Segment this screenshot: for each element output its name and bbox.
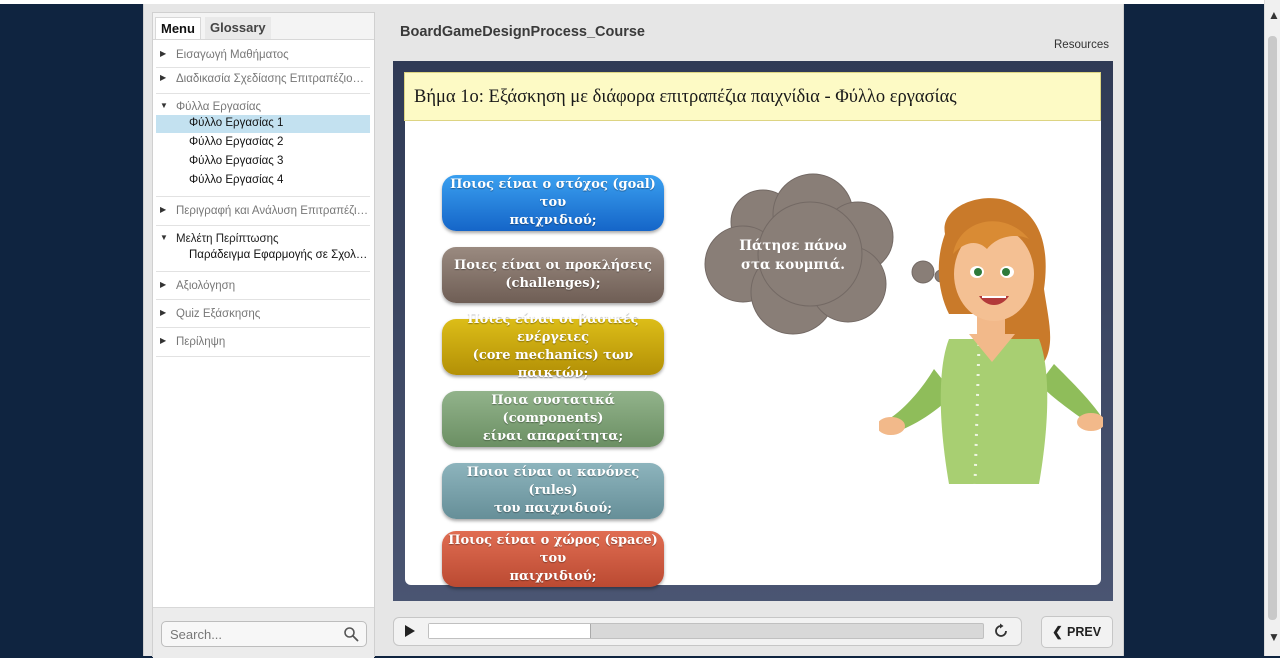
menu-item-label: Quiz Εξάσκησης [176, 308, 261, 320]
chevron-right-icon: ▶ [160, 73, 167, 82]
button-text-line: Ποιοι είναι οι κανόνες (rules) [466, 465, 640, 498]
components-button[interactable]: Ποια συστατικά (components) είναι απαραίτ… [442, 391, 664, 447]
menu-item-summary[interactable]: ▶ Περίληψη [156, 336, 371, 352]
divider [156, 196, 370, 197]
chevron-right-icon: ▶ [160, 280, 167, 289]
slide-frame: Βήμα 1ο: Εξάσκηση με διάφορα επιτραπέζια… [393, 61, 1113, 601]
button-text-line: του παιχνιδιού; [493, 501, 613, 516]
divider [156, 356, 370, 357]
resources-link[interactable]: Resources [1054, 39, 1109, 51]
tab-menu[interactable]: Menu [155, 17, 201, 40]
button-text-line: παιχνιδιού; [509, 213, 597, 228]
goal-button[interactable]: Ποιος είναι ο στόχος (goal) του παιχνιδιο… [442, 175, 664, 231]
button-text-line: Ποιος είναι ο στόχος (goal) του [450, 177, 656, 210]
sub-item-worksheet-3[interactable]: Φύλλο Εργασίας 3 [156, 153, 370, 171]
sub-item-worksheet-1[interactable]: Φύλλο Εργασίας 1 [156, 115, 370, 133]
button-text-line: είναι απαραίτητα; [482, 429, 624, 444]
menu-list: ▶ Εισαγωγή Μαθήματος ▶ Διαδικασία Σχεδία… [153, 39, 374, 608]
prev-button[interactable]: ❮ PREV [1041, 616, 1113, 648]
replay-icon[interactable] [992, 622, 1010, 640]
bubble-text: Πάτησε πάνω στα κουμπιά. [739, 238, 847, 273]
divider [156, 271, 370, 272]
button-text-line: Ποιες είναι οι βασικές ενέργειες [467, 312, 639, 345]
menu-item-assessment[interactable]: ▶ Αξιολόγηση [156, 280, 371, 296]
button-text-line: (core mechanics) των παικτών; [472, 348, 634, 381]
search-area [153, 607, 374, 658]
tab-glossary[interactable]: Glossary [205, 17, 271, 39]
chevron-down-icon: ▼ [160, 101, 168, 110]
menu-item-label: Περιγραφή και Ανάλυση Επιτραπέζιου Παιχν… [176, 205, 369, 217]
sidebar: Menu Glossary ▶ Εισαγωγή Μαθήματος ▶ Δια… [152, 12, 375, 658]
menu-item-design-process[interactable]: ▶ Διαδικασία Σχεδίασης Επιτραπέζιου Παιχ… [156, 73, 371, 89]
course-title: BoardGameDesignProcess_Course [400, 24, 645, 40]
sub-item-worksheet-2[interactable]: Φύλλο Εργασίας 2 [156, 134, 370, 152]
menu-item-description[interactable]: ▶ Περιγραφή και Ανάλυση Επιτραπέζιου Παι… [156, 205, 371, 221]
slide: Βήμα 1ο: Εξάσκηση με διάφορα επιτραπέζια… [404, 72, 1103, 587]
chevron-right-icon: ▶ [160, 308, 167, 317]
sub-item-label: Παράδειγμα Εφαρμογής σε Σχολική Τάξη [189, 249, 368, 261]
progress-bar[interactable] [428, 623, 984, 639]
chevron-down-icon: ▼ [160, 233, 168, 242]
search-icon[interactable] [343, 626, 359, 642]
button-text-line: (challenges); [505, 276, 601, 291]
menu-item-intro[interactable]: ▶ Εισαγωγή Μαθήματος [156, 49, 371, 65]
search-box [161, 621, 367, 647]
scrollbar[interactable]: ▲ ▼ [1264, 0, 1280, 656]
play-icon[interactable] [405, 625, 415, 637]
chevron-right-icon: ▶ [160, 336, 167, 345]
space-button[interactable]: Ποιος είναι ο χώρος (space) του παιχνιδιο… [442, 531, 664, 587]
playbar [393, 617, 1022, 646]
rules-button[interactable]: Ποιοι είναι οι κανόνες (rules) του παιχνι… [442, 463, 664, 519]
search-input[interactable] [168, 625, 332, 643]
course-player: Menu Glossary ▶ Εισαγωγή Μαθήματος ▶ Δια… [143, 4, 1124, 658]
chevron-right-icon: ▶ [160, 49, 167, 58]
chevron-left-icon: ❮ [1052, 624, 1063, 639]
prev-label: PREV [1067, 625, 1102, 639]
divider [156, 225, 370, 226]
chevron-right-icon: ▶ [160, 205, 167, 214]
slide-title: Βήμα 1ο: Εξάσκηση με διάφορα επιτραπέζια… [414, 87, 957, 107]
divider [156, 67, 370, 68]
slide-title-bar: Βήμα 1ο: Εξάσκηση με διάφορα επιτραπέζια… [404, 72, 1101, 121]
character-illustration [879, 198, 1103, 485]
sub-item-label: Φύλλο Εργασίας 3 [189, 155, 284, 167]
sub-item-label: Φύλλο Εργασίας 1 [189, 117, 284, 129]
divider [156, 299, 370, 300]
scroll-up-icon[interactable]: ▲ [1268, 8, 1280, 22]
sub-item-label: Φύλλο Εργασίας 4 [189, 174, 284, 186]
button-text-line: Ποιος είναι ο χώρος (space) του [448, 533, 658, 566]
button-text-line: παιχνιδιού; [509, 569, 597, 584]
scroll-thumb[interactable] [1268, 36, 1277, 620]
challenges-button[interactable]: Ποιες είναι οι προκλήσεις (challenges); [442, 247, 664, 303]
sidebar-tabs: Menu Glossary [153, 13, 374, 40]
divider [156, 327, 370, 328]
core-mechanics-button[interactable]: Ποιες είναι οι βασικές ενέργειες (core me… [442, 312, 664, 381]
button-text-line: Ποια συστατικά (components) [491, 393, 615, 426]
menu-item-quiz[interactable]: ▶ Quiz Εξάσκησης [156, 308, 371, 324]
scroll-down-icon[interactable]: ▼ [1268, 630, 1280, 644]
menu-item-label: Διαδικασία Σχεδίασης Επιτραπέζιου Παιχνι… [176, 73, 369, 85]
menu-item-label: Φύλλα Εργασίας [176, 101, 262, 113]
menu-item-label: Μελέτη Περίπτωσης [176, 233, 279, 245]
menu-item-label: Περίληψη [176, 336, 226, 348]
sub-item-label: Φύλλο Εργασίας 2 [189, 136, 284, 148]
button-text-line: Ποιες είναι οι προκλήσεις [454, 258, 652, 273]
divider [156, 93, 370, 94]
menu-item-label: Αξιολόγηση [176, 280, 236, 292]
sub-item-worksheet-4[interactable]: Φύλλο Εργασίας 4 [156, 172, 370, 190]
progress-fill [429, 624, 591, 638]
sub-item-classroom-example[interactable]: Παράδειγμα Εφαρμογής σε Σχολική Τάξη [156, 247, 370, 265]
menu-item-label: Εισαγωγή Μαθήματος [176, 49, 289, 61]
